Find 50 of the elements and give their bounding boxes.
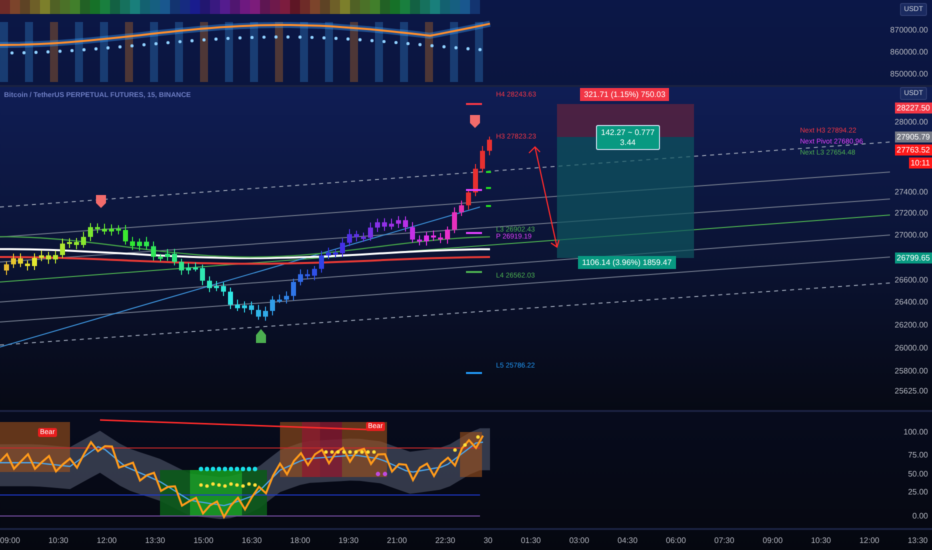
price-tick: 26200.00 [894, 320, 928, 330]
time-label: 10:30 [48, 536, 68, 544]
time-label: 19:30 [338, 536, 359, 544]
level-tick: 0.00 [912, 512, 928, 520]
price-tag: 26799.65 [894, 252, 932, 264]
signal-marker-icon [470, 115, 480, 128]
time-label: 09:00 [762, 536, 783, 544]
signal-marker-icon [96, 195, 106, 208]
time-label: 07:30 [714, 536, 734, 544]
time-label: 09:00 [0, 536, 20, 544]
time-label: 21:00 [386, 536, 407, 544]
time-label: 01:30 [520, 536, 541, 544]
time-label: 15:00 [193, 536, 214, 544]
price-tick: 27200.00 [894, 208, 928, 218]
level-tick: 50.00 [908, 470, 928, 478]
time-label: 12:00 [859, 536, 880, 544]
time-label: 10:30 [810, 536, 832, 544]
time-label: 22:30 [435, 536, 456, 544]
price-tag: 27905.79 [894, 132, 932, 142]
price-tick: 26000.00 [894, 344, 928, 352]
price-tick: 850000.00 [890, 70, 928, 78]
price-tick: 25800.00 [894, 366, 928, 376]
price-tick: 25625.00 [894, 386, 928, 396]
time-label: 04:30 [618, 536, 638, 544]
time-label: 16:30 [242, 536, 262, 544]
price-tick: 870000.00 [890, 26, 928, 34]
time-label: 18:00 [290, 536, 310, 544]
price-tag: 28227.50 [894, 102, 932, 114]
price-tick: 26400.00 [894, 298, 928, 306]
price-tick: 860000.00 [890, 48, 928, 56]
level-tick: 25.00 [908, 488, 928, 496]
stop-label: 1106.14 (3.96%) 1859.47 [578, 256, 676, 269]
price-tick: 27000.00 [894, 230, 928, 240]
level-tick: 100.00 [904, 428, 928, 436]
ratio-sub-value: 3.44 [620, 138, 636, 148]
price-tick: 26600.00 [894, 276, 928, 284]
time-label: 13:30 [145, 536, 166, 544]
price-tick: 27400.00 [894, 188, 928, 196]
price-tag: 10:11 [908, 158, 932, 168]
ratio-value: 142.27 ~ 0.777 [601, 128, 655, 138]
time-label: 12:00 [96, 536, 117, 544]
signal-marker-icon [256, 329, 266, 343]
target-label: 321.71 (1.15%) 750.03 [580, 88, 670, 101]
level-tick: 75.00 [908, 450, 928, 460]
time-label: 03:00 [569, 536, 590, 544]
time-label: 13:30 [908, 536, 928, 544]
price-tick: 28000.00 [894, 118, 928, 126]
time-label: 30 [484, 536, 492, 544]
time-label: 06:00 [666, 536, 686, 544]
price-tag: 27763.52 [894, 144, 932, 156]
